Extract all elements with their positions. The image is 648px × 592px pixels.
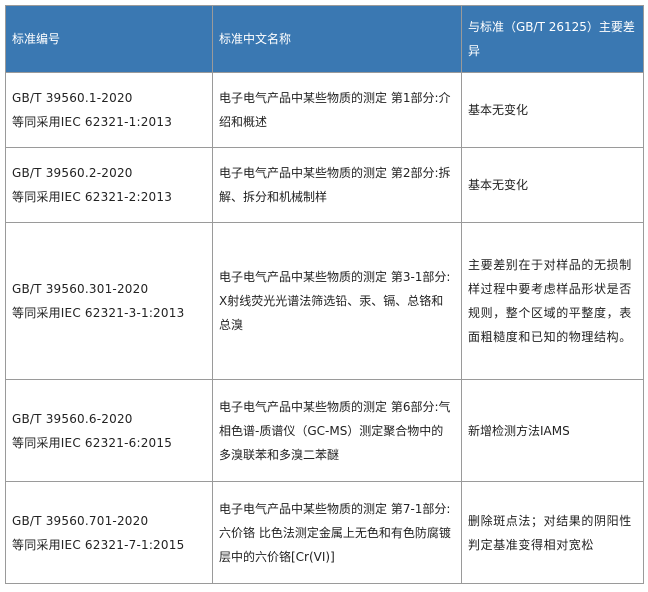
standard-number-cell: GB/T 39560.2-2020 等同采用IEC 62321-2:2013 (5, 147, 213, 223)
standard-number-cell: GB/T 39560.701-2020 等同采用IEC 62321-7-1:20… (5, 481, 213, 584)
adoption-note: 等同采用IEC 62321-6:2015 (12, 435, 173, 450)
standard-code: GB/T 39560.301-2020 (12, 282, 149, 296)
difference-cell: 新增检测方法IAMS (461, 379, 644, 482)
difference-cell: 基本无变化 (461, 72, 644, 148)
difference-cell: 主要差别在于对样品的无损制样过程中要考虑样品形状是否规则，整个区域的平整度，表面… (461, 222, 644, 380)
standard-name-cell: 电子电气产品中某些物质的测定 第1部分:介绍和概述 (212, 72, 462, 148)
header-chinese-name: 标准中文名称 (212, 5, 462, 73)
standard-name-cell: 电子电气产品中某些物质的测定 第7-1部分:六价铬 比色法测定金属上无色和有色防… (212, 481, 462, 584)
table-row: GB/T 39560.6-2020 等同采用IEC 62321-6:2015 电… (5, 379, 644, 482)
standard-code: GB/T 39560.2-2020 (12, 166, 133, 180)
table-header-row: 标准编号 标准中文名称 与标准（GB/T 26125）主要差异 (5, 5, 644, 73)
table-row: GB/T 39560.301-2020 等同采用IEC 62321-3-1:20… (5, 222, 644, 380)
standard-number-cell: GB/T 39560.301-2020 等同采用IEC 62321-3-1:20… (5, 222, 213, 380)
table-row: GB/T 39560.1-2020 等同采用IEC 62321-1:2013 电… (5, 72, 644, 148)
header-main-differences: 与标准（GB/T 26125）主要差异 (461, 5, 644, 73)
difference-cell: 基本无变化 (461, 147, 644, 223)
adoption-note: 等同采用IEC 62321-2:2013 (12, 190, 173, 204)
table-row: GB/T 39560.701-2020 等同采用IEC 62321-7-1:20… (5, 481, 644, 584)
standard-name-cell: 电子电气产品中某些物质的测定 第6部分:气相色谱-质谱仪（GC-MS）测定聚合物… (212, 379, 462, 482)
difference-cell: 删除斑点法；对结果的阴阳性判定基准变得相对宽松 (461, 481, 644, 584)
standard-name-cell: 电子电气产品中某些物质的测定 第2部分:拆解、拆分和机械制样 (212, 147, 462, 223)
adoption-note: 等同采用IEC 62321-1:2013 (12, 115, 173, 129)
standard-name-cell: 电子电气产品中某些物质的测定 第3-1部分:X射线荧光光谱法筛选铅、汞、镉、总铬… (212, 222, 462, 380)
standard-number-cell: GB/T 39560.1-2020 等同采用IEC 62321-1:2013 (5, 72, 213, 148)
standard-number-cell: GB/T 39560.6-2020 等同采用IEC 62321-6:2015 (5, 379, 213, 482)
standard-code: GB/T 39560.6-2020 (12, 411, 133, 426)
standard-code: GB/T 39560.1-2020 (12, 91, 133, 105)
standards-table: 标准编号 标准中文名称 与标准（GB/T 26125）主要差异 GB/T 395… (5, 5, 644, 584)
header-standard-number: 标准编号 (5, 5, 213, 73)
adoption-note: 等同采用IEC 62321-3-1:2013 (12, 306, 185, 320)
table-row: GB/T 39560.2-2020 等同采用IEC 62321-2:2013 电… (5, 147, 644, 223)
standard-code: GB/T 39560.701-2020 (12, 513, 149, 528)
adoption-note: 等同采用IEC 62321-7-1:2015 (12, 537, 185, 552)
